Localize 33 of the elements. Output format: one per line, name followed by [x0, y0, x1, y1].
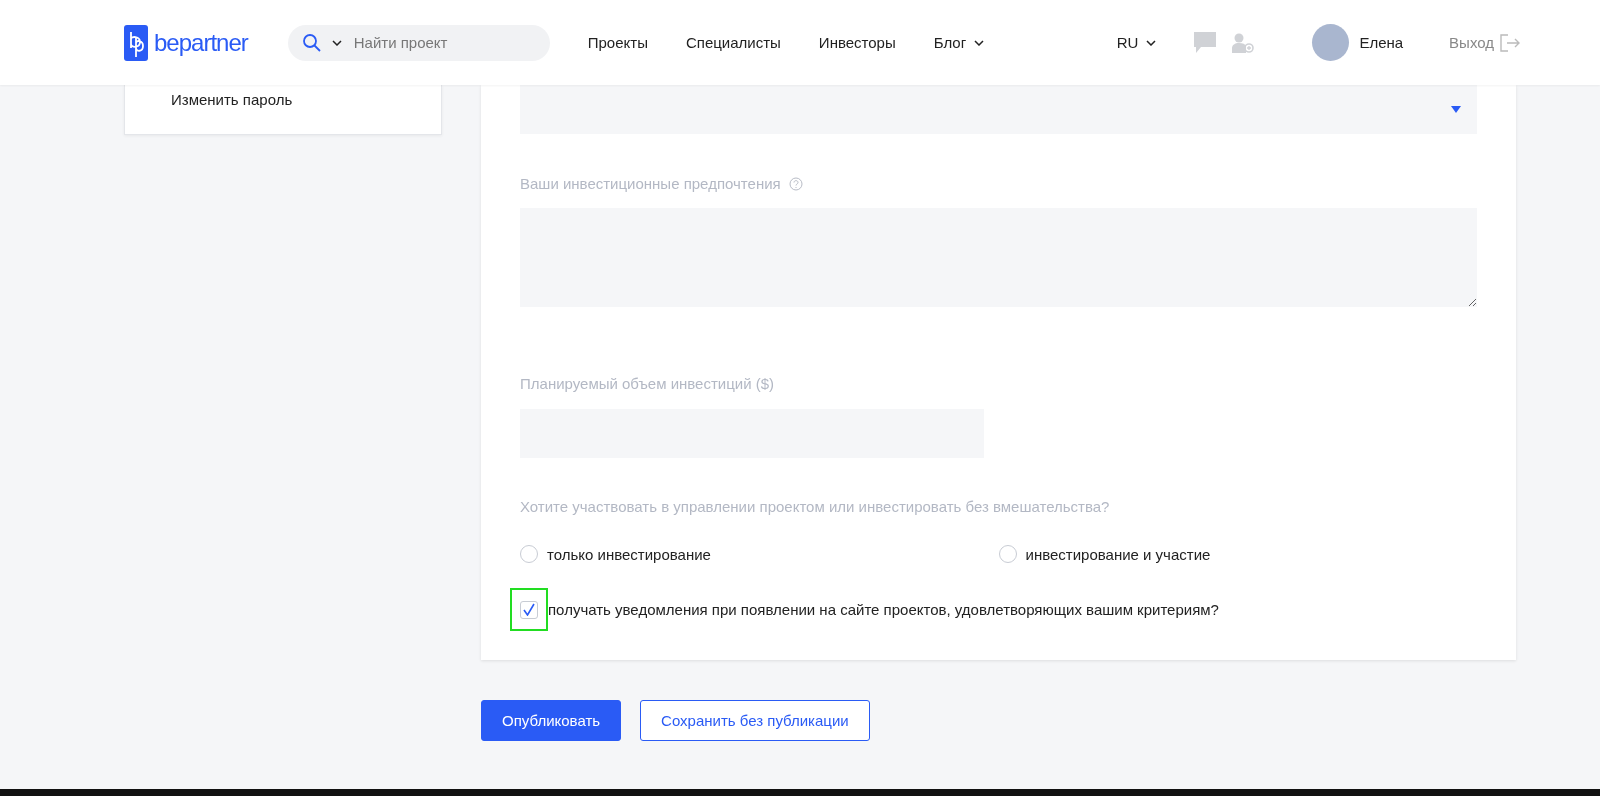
logout-link[interactable]: Выход — [1449, 33, 1520, 52]
dropdown-triangle-icon[interactable] — [1451, 106, 1461, 113]
chevron-down-icon[interactable] — [331, 39, 342, 46]
sidebar-item[interactable]: Изменить пароль — [171, 91, 293, 108]
checkbox[interactable] — [520, 600, 538, 619]
language-selector[interactable]: RU — [1116, 34, 1157, 51]
chat-icon[interactable] — [1194, 32, 1217, 53]
radio-label[interactable]: только инвестирование — [547, 545, 711, 563]
search-icon[interactable] — [301, 32, 322, 53]
nav-link[interactable]: Проекты — [587, 34, 648, 51]
add-user-icon[interactable] — [1232, 32, 1255, 53]
user-avatar[interactable] — [1312, 24, 1350, 61]
chevron-down-icon[interactable] — [974, 39, 985, 46]
logo-icon[interactable] — [124, 24, 148, 61]
logout-icon[interactable] — [1500, 33, 1520, 52]
field-label: Планируемый объем инвестиций ($) — [520, 375, 776, 392]
logo-text[interactable]: bepartner — [154, 28, 248, 57]
preferences-textarea[interactable] — [520, 208, 1477, 307]
nav-link[interactable]: Специалисты — [685, 34, 781, 51]
select-field[interactable] — [520, 85, 1477, 134]
publish-button[interactable]: Опубликовать — [481, 700, 622, 741]
nav-link[interactable]: Блог — [933, 34, 985, 51]
field-label: Ваши инвестиционные предпочтения — [520, 175, 781, 192]
search-field[interactable]: Найти проект — [351, 33, 536, 52]
nav-link[interactable]: Инвесторы — [818, 34, 896, 51]
save-draft-button[interactable]: Сохранить без публикации — [640, 700, 870, 741]
question-label: Хотите участвовать в управлении проектом или инвестировать без вмешательства? — [520, 498, 1111, 515]
checkbox-label[interactable]: получать уведомления при появлении на сайте проектов, удовлетворяющих вашим критериям? — [548, 601, 1219, 618]
user-name[interactable]: Елена — [1359, 34, 1404, 51]
radio-label[interactable]: инвестирование и участие — [1025, 545, 1211, 563]
search-bar[interactable]: Найти проект — [287, 24, 550, 61]
help-icon[interactable] — [788, 176, 803, 191]
chevron-down-icon[interactable] — [1146, 39, 1157, 46]
